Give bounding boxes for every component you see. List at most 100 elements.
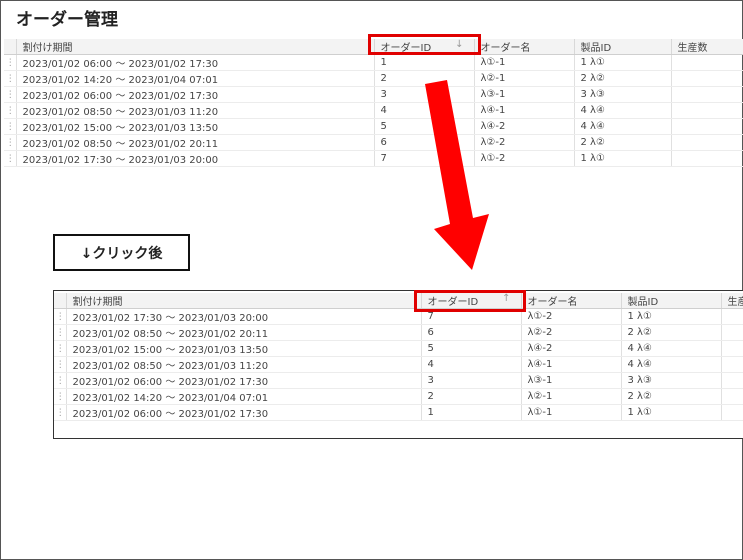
drag-handle-icon[interactable]: ⋮ [54, 356, 67, 373]
cell-product-id: 1 λ① [574, 150, 672, 167]
column-header-period[interactable]: 割付け期間 [16, 39, 375, 55]
cell-order-name: λ③-1 [521, 372, 622, 389]
cell-quantity [721, 388, 743, 405]
cell-period: 2023/01/02 06:00 ～ 2023/01/02 17:30 [66, 372, 422, 389]
highlight-box-order-id-header [414, 290, 526, 312]
column-header-quantity[interactable]: 生産数 [721, 293, 743, 309]
drag-handle-icon[interactable]: ⋮ [54, 340, 67, 357]
table-row[interactable]: ⋮ 2023/01/02 14:20 ～ 2023/01/04 07:01 2 λ②-… [4, 70, 743, 87]
table-row[interactable]: ⋮ 2023/01/02 06:00 ～ 2023/01/02 17:30 3 λ③-… [54, 372, 743, 389]
cell-quantity [671, 102, 743, 119]
column-header-product-id[interactable]: 製品ID [621, 293, 722, 309]
cell-order-id: 1 [421, 404, 522, 421]
cell-order-name: λ④-2 [521, 340, 622, 357]
table-row[interactable]: ⋮ 2023/01/02 08:50 ～ 2023/01/03 11:20 4 λ④-… [4, 102, 743, 119]
cell-period: 2023/01/02 08:50 ～ 2023/01/03 11:20 [16, 102, 375, 119]
cell-period: 2023/01/02 06:00 ～ 2023/01/02 17:30 [16, 86, 375, 103]
cell-order-name: λ④-1 [521, 356, 622, 373]
grid-header-row: 割付け期間 オーダーID ↑ オーダー名 製品ID 生産数 [54, 293, 743, 309]
drag-handle-icon[interactable]: ⋮ [4, 150, 17, 167]
drag-handle-icon[interactable]: ⋮ [4, 54, 17, 71]
column-header-order-name[interactable]: オーダー名 [521, 293, 622, 309]
table-row[interactable]: ⋮ 2023/01/02 15:00 ～ 2023/01/03 13:50 5 λ④-… [54, 340, 743, 357]
drag-handle-icon[interactable]: ⋮ [4, 70, 17, 87]
cell-quantity [671, 70, 743, 87]
cell-order-id: 3 [421, 372, 522, 389]
arrow-shape [425, 80, 489, 270]
table-row[interactable]: ⋮ 2023/01/02 17:30 ～ 2023/01/03 20:00 7 λ①-… [54, 308, 743, 325]
order-grid-after-container: 割付け期間 オーダーID ↑ オーダー名 製品ID 生産数 ⋮2023/01/0… [53, 290, 743, 439]
cell-quantity [721, 340, 743, 357]
cell-quantity [721, 404, 743, 421]
cell-product-id: 1 λ① [621, 308, 722, 325]
row-handle-header [54, 293, 67, 309]
cell-period: 2023/01/02 14:20 ～ 2023/01/04 07:01 [16, 70, 375, 87]
cell-order-name: λ②-2 [521, 324, 622, 341]
drag-handle-icon[interactable]: ⋮ [54, 404, 67, 421]
cell-product-id: 3 λ③ [574, 86, 672, 103]
table-row[interactable]: ⋮ 2023/01/02 17:30 ～ 2023/01/03 20:00 7 λ①-… [4, 150, 743, 167]
table-row[interactable]: ⋮ 2023/01/02 08:50 ～ 2023/01/02 20:11 6 λ②-… [4, 134, 743, 151]
table-row[interactable]: ⋮ 2023/01/02 06:00 ～ 2023/01/02 17:30 1 λ①-… [4, 54, 743, 71]
cell-order-id: 1 [374, 54, 475, 71]
cell-period: 2023/01/02 08:50 ～ 2023/01/02 20:11 [66, 324, 422, 341]
table-row[interactable]: ⋮ 2023/01/02 15:00 ～ 2023/01/03 13:50 5 λ④-… [4, 118, 743, 135]
table-row[interactable]: ⋮ 2023/01/02 06:00 ～ 2023/01/02 17:30 3 λ③-… [4, 86, 743, 103]
table-row[interactable]: ⋮ 2023/01/02 08:50 ～ 2023/01/03 11:20 4 λ④-… [54, 356, 743, 373]
drag-handle-icon[interactable]: ⋮ [4, 134, 17, 151]
cell-period: 2023/01/02 14:20 ～ 2023/01/04 07:01 [66, 388, 422, 405]
column-header-product-id[interactable]: 製品ID [574, 39, 672, 55]
cell-order-id: 5 [421, 340, 522, 357]
cell-period: 2023/01/02 15:00 ～ 2023/01/03 13:50 [16, 118, 375, 135]
table-row[interactable]: ⋮ 2023/01/02 08:50 ～ 2023/01/02 20:11 6 λ②-… [54, 324, 743, 341]
cell-product-id: 1 λ① [621, 404, 722, 421]
cell-period: 2023/01/02 08:50 ～ 2023/01/03 11:20 [66, 356, 422, 373]
column-header-order-name[interactable]: オーダー名 [474, 39, 575, 55]
cell-period: 2023/01/02 17:30 ～ 2023/01/03 20:00 [66, 308, 422, 325]
arrow-down-icon [425, 80, 489, 270]
cell-product-id: 4 λ④ [574, 118, 672, 135]
cell-product-id: 4 λ④ [574, 102, 672, 119]
cell-order-id: 4 [421, 356, 522, 373]
cell-product-id: 3 λ③ [621, 372, 722, 389]
cell-quantity [721, 372, 743, 389]
cell-quantity [671, 134, 743, 151]
column-header-period[interactable]: 割付け期間 [66, 293, 422, 309]
cell-product-id: 2 λ② [621, 388, 722, 405]
drag-handle-icon[interactable]: ⋮ [4, 118, 17, 135]
drag-handle-icon[interactable]: ⋮ [54, 372, 67, 389]
cell-order-name: λ①-2 [521, 308, 622, 325]
cell-product-id: 2 λ② [574, 70, 672, 87]
drag-handle-icon[interactable]: ⋮ [4, 102, 17, 119]
cell-quantity [721, 324, 743, 341]
cell-quantity [671, 150, 743, 167]
table-row[interactable]: ⋮ 2023/01/02 14:20 ～ 2023/01/04 07:01 2 λ②-… [54, 388, 743, 405]
order-grid-before: 割付け期間 オーダーID ↓ オーダー名 製品ID 生産数 ⋮ 2023/01/0… [4, 39, 743, 167]
highlight-box-order-id-header [368, 34, 481, 55]
cell-quantity [721, 356, 743, 373]
cell-product-id: 4 λ④ [621, 356, 722, 373]
cell-quantity [721, 308, 743, 325]
drag-handle-icon[interactable]: ⋮ [54, 388, 67, 405]
cell-quantity [671, 118, 743, 135]
after-click-label: ↓クリック後 [53, 234, 190, 271]
column-header-quantity[interactable]: 生産数 [671, 39, 743, 55]
cell-quantity [671, 86, 743, 103]
drag-handle-icon[interactable]: ⋮ [4, 86, 17, 103]
cell-order-id: 6 [421, 324, 522, 341]
cell-order-name: λ②-1 [521, 388, 622, 405]
cell-product-id: 4 λ④ [621, 340, 722, 357]
drag-handle-icon[interactable]: ⋮ [54, 308, 67, 325]
cell-product-id: 2 λ② [574, 134, 672, 151]
table-row[interactable]: ⋮ 2023/01/02 06:00 ～ 2023/01/02 17:30 1 λ①-… [54, 404, 743, 421]
cell-product-id: 1 λ① [574, 54, 672, 71]
order-grid-after: 割付け期間 オーダーID ↑ オーダー名 製品ID 生産数 ⋮2023/01/0… [54, 293, 743, 421]
cell-period: 2023/01/02 06:00 ～ 2023/01/02 17:30 [66, 404, 422, 421]
cell-order-id: 2 [421, 388, 522, 405]
cell-order-name: λ①-1 [474, 54, 575, 71]
drag-handle-icon[interactable]: ⋮ [54, 324, 67, 341]
cell-product-id: 2 λ② [621, 324, 722, 341]
cell-period: 2023/01/02 08:50 ～ 2023/01/02 20:11 [16, 134, 375, 151]
cell-period: 2023/01/02 15:00 ～ 2023/01/03 13:50 [66, 340, 422, 357]
cell-period: 2023/01/02 06:00 ～ 2023/01/02 17:30 [16, 54, 375, 71]
